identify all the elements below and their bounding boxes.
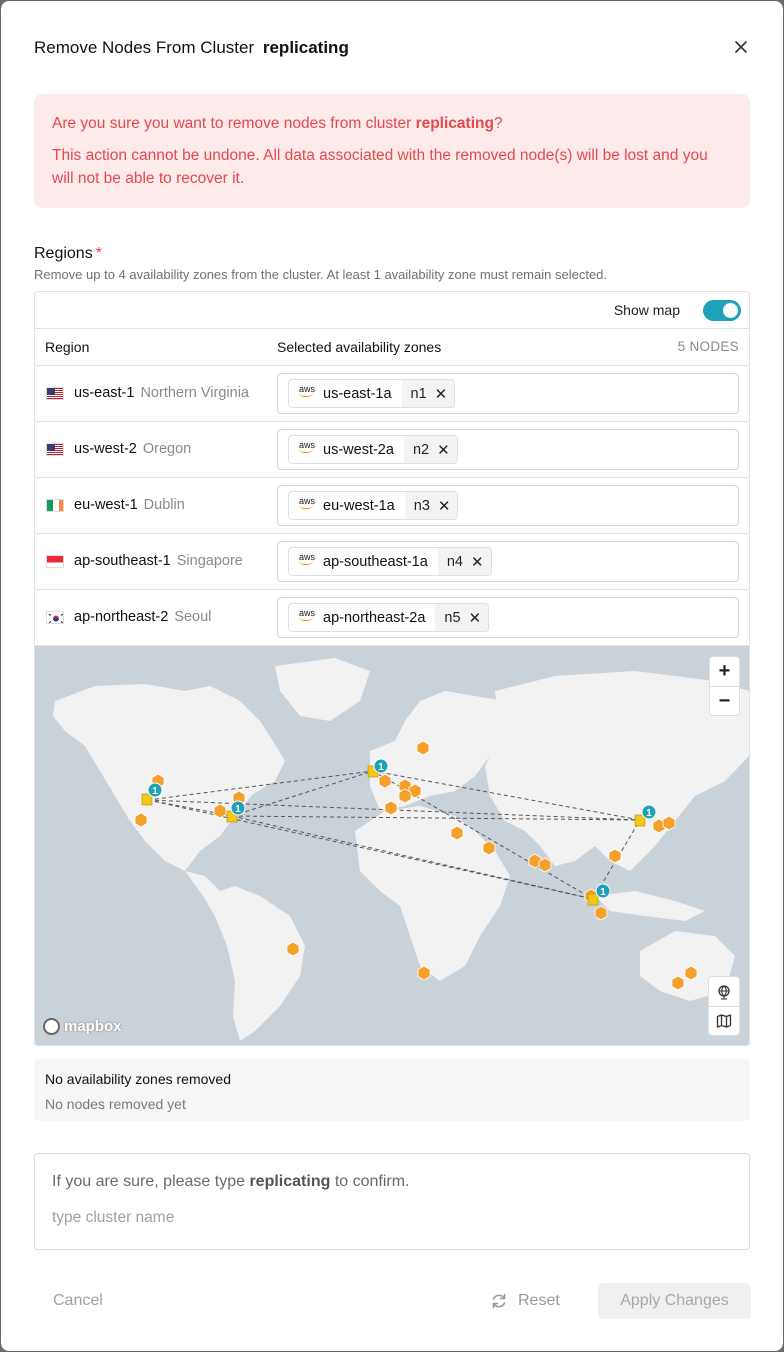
remove-zone-icon[interactable]: ✕ xyxy=(435,385,448,403)
regions-label: Regions * xyxy=(34,245,102,262)
zone-name: ap-northeast-2a xyxy=(323,609,426,626)
zone-select[interactable]: aws us-west-2a n2 ✕ xyxy=(277,429,739,470)
remove-zone-icon[interactable]: ✕ xyxy=(471,553,484,571)
node-tag: n5 ✕ xyxy=(435,604,489,631)
reset-icon xyxy=(492,1293,506,1309)
zoom-out-button[interactable]: − xyxy=(710,686,739,715)
zone-select[interactable]: aws us-east-1a n1 ✕ xyxy=(277,373,739,414)
zone-name: us-west-2a xyxy=(323,441,394,458)
zone-chip: aws eu-west-1a n3 ✕ xyxy=(288,491,459,520)
zone-chip: aws us-east-1a n1 ✕ xyxy=(288,379,456,408)
globe-view-button[interactable] xyxy=(709,977,739,1006)
zone-name: us-east-1a xyxy=(323,385,392,402)
dialog-title-prefix: Remove Nodes From Cluster xyxy=(34,38,255,57)
zoom-in-button[interactable]: + xyxy=(710,657,739,686)
remove-zone-icon[interactable]: ✕ xyxy=(438,497,451,515)
table-header: Region Selected availability zones 5 NOD… xyxy=(35,329,749,366)
node-badge: 1 xyxy=(378,762,384,773)
node-tag: n4 ✕ xyxy=(437,548,491,575)
column-region: Region xyxy=(45,339,90,355)
zone-select[interactable]: aws ap-northeast-2a n5 ✕ xyxy=(277,597,739,638)
region-row: eu-west-1 Dublin aws eu-west-1a n3 ✕ xyxy=(35,478,749,534)
korea-flag-icon xyxy=(46,611,64,624)
confirm-cluster-name: replicating xyxy=(249,1173,331,1190)
apply-changes-button[interactable]: Apply Changes xyxy=(598,1283,751,1319)
us-flag-icon xyxy=(46,443,64,456)
node-tag: n3 ✕ xyxy=(404,492,458,519)
column-zones: Selected availability zones xyxy=(277,339,442,355)
zone-select[interactable]: aws eu-west-1a n3 ✕ xyxy=(277,485,739,526)
dialog-title: Remove Nodes From Cluster replicating xyxy=(34,38,349,58)
remove-zone-icon[interactable]: ✕ xyxy=(469,609,482,627)
aws-icon: aws xyxy=(299,608,315,621)
region-row: ap-southeast-1 Singapore aws ap-southeast… xyxy=(35,534,749,590)
zone-chip: aws ap-southeast-1a n4 ✕ xyxy=(288,547,492,576)
node-badge: 1 xyxy=(600,887,606,898)
globe-icon xyxy=(718,984,730,1000)
aws-icon: aws xyxy=(299,440,315,453)
map-toggle-row: Show map xyxy=(35,292,749,329)
singapore-flag-icon xyxy=(46,555,64,568)
region-row: ap-northeast-2 Seoul aws ap-northeast-2a … xyxy=(35,590,749,646)
zoom-controls: + − xyxy=(709,656,740,716)
show-map-toggle[interactable] xyxy=(703,300,741,321)
ireland-flag-icon xyxy=(46,499,64,512)
map-icon xyxy=(716,1014,732,1028)
world-map-graphic: 1 1 1 1 1 xyxy=(35,646,749,1045)
us-flag-icon xyxy=(46,387,64,400)
aws-icon: aws xyxy=(299,496,315,509)
regions-hint: Remove up to 4 availability zones from t… xyxy=(34,267,608,282)
mapbox-logo-icon xyxy=(43,1018,60,1035)
region-name: ap-southeast-1 Singapore xyxy=(74,553,243,569)
show-map-label: Show map xyxy=(613,302,680,318)
danger-alert: Are you sure you want to remove nodes fr… xyxy=(34,94,750,208)
cancel-button[interactable]: Cancel xyxy=(53,1292,103,1310)
region-name: us-west-2 Oregon xyxy=(74,441,192,457)
alert-cluster-name: replicating xyxy=(415,115,494,132)
zone-name: eu-west-1a xyxy=(323,497,395,514)
node-tag: n1 ✕ xyxy=(401,380,455,407)
zone-select[interactable]: aws ap-southeast-1a n4 ✕ xyxy=(277,541,739,582)
zone-chip: aws ap-northeast-2a n5 ✕ xyxy=(288,603,490,632)
dialog-title-cluster: replicating xyxy=(262,38,349,57)
node-badge: 1 xyxy=(152,786,158,797)
remove-nodes-dialog: Remove Nodes From Cluster replicating Ar… xyxy=(1,1,783,1351)
zone-name: ap-southeast-1a xyxy=(323,553,428,570)
node-badge: 1 xyxy=(646,808,652,819)
alert-warning: This action cannot be undone. All data a… xyxy=(52,147,708,187)
removed-summary-title: No availability zones removed xyxy=(45,1071,231,1087)
remove-zone-icon[interactable]: ✕ xyxy=(437,441,450,459)
flat-map-view-button[interactable] xyxy=(709,1006,739,1035)
confirm-prompt: If you are sure, please type replicating… xyxy=(52,1173,410,1190)
map-view-controls xyxy=(708,976,740,1036)
mapbox-attribution[interactable]: mapbox xyxy=(43,1018,122,1035)
regions-table: Show map Region Selected availability zo… xyxy=(34,291,750,1046)
required-mark: * xyxy=(95,245,102,262)
aws-icon: aws xyxy=(299,384,315,397)
region-row: us-west-2 Oregon aws us-west-2a n2 ✕ xyxy=(35,422,749,478)
removed-summary-subtitle: No nodes removed yet xyxy=(45,1096,186,1112)
zone-chip: aws us-west-2a n2 ✕ xyxy=(288,435,458,464)
alert-question: Are you sure you want to remove nodes fr… xyxy=(52,115,503,132)
removed-summary: No availability zones removed No nodes r… xyxy=(34,1059,750,1121)
aws-icon: aws xyxy=(299,552,315,565)
close-icon xyxy=(735,41,747,53)
cluster-name-input[interactable] xyxy=(52,1206,732,1230)
confirm-box: If you are sure, please type replicating… xyxy=(34,1153,750,1250)
region-name: eu-west-1 Dublin xyxy=(74,497,185,513)
region-name: ap-northeast-2 Seoul xyxy=(74,609,212,625)
node-badge: 1 xyxy=(235,804,241,815)
reset-button[interactable]: Reset xyxy=(490,1292,560,1310)
world-map[interactable]: 1 1 1 1 1 + − mapbox xyxy=(35,646,749,1045)
region-name: us-east-1 Northern Virginia xyxy=(74,385,249,401)
node-tag: n2 ✕ xyxy=(403,436,457,463)
close-button[interactable] xyxy=(731,37,751,57)
region-row: us-east-1 Northern Virginia aws us-east-1… xyxy=(35,366,749,422)
node-count: 5 NODES xyxy=(677,339,739,354)
